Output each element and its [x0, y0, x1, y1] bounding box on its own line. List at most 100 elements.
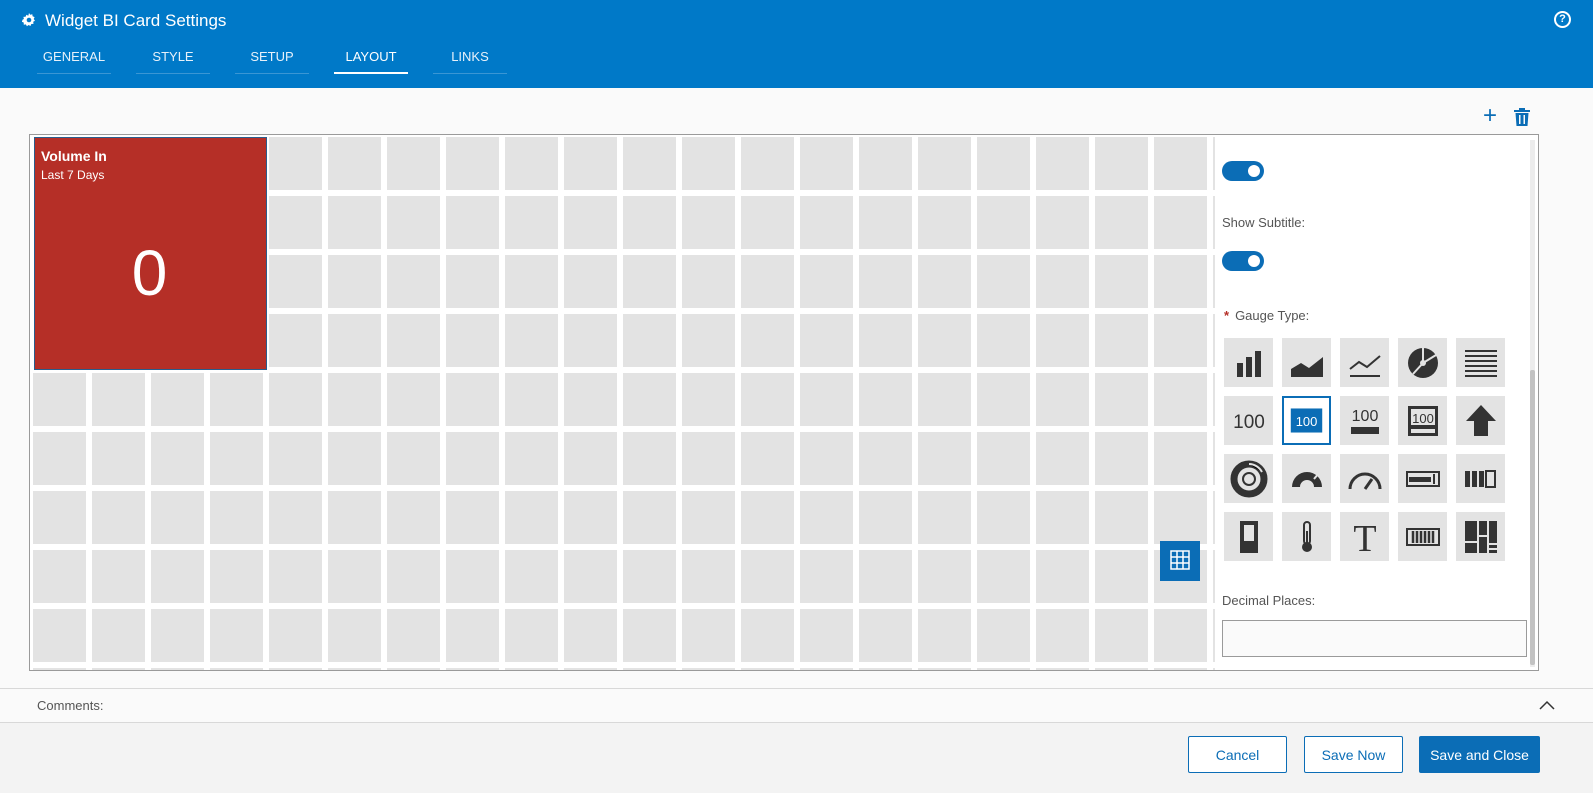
arrow-up-icon[interactable]	[1456, 396, 1505, 445]
grid-cell[interactable]	[918, 491, 971, 544]
grid-cell[interactable]	[505, 255, 558, 308]
grid-cell[interactable]	[1213, 137, 1215, 190]
semi-gauge-icon[interactable]	[1282, 454, 1331, 503]
grid-cell[interactable]	[151, 609, 204, 662]
grid-cell[interactable]	[328, 137, 381, 190]
grid-cell[interactable]	[92, 550, 145, 603]
grid-cell[interactable]	[505, 196, 558, 249]
grid-cell[interactable]	[682, 609, 735, 662]
grid-cell[interactable]	[1213, 373, 1215, 426]
grid-cell[interactable]	[1036, 491, 1089, 544]
grid-cell[interactable]	[859, 255, 912, 308]
grid-cell[interactable]	[918, 196, 971, 249]
grid-cell[interactable]	[446, 550, 499, 603]
grid-cell[interactable]	[977, 550, 1030, 603]
grid-cell[interactable]	[623, 550, 676, 603]
grid-cell[interactable]	[387, 373, 440, 426]
tab-layout[interactable]: LAYOUT	[334, 48, 408, 74]
grid-cell[interactable]	[1213, 314, 1215, 367]
grid-cell[interactable]	[92, 491, 145, 544]
grid-cell[interactable]	[564, 314, 617, 367]
grid-cell[interactable]	[210, 668, 263, 670]
grid-cell[interactable]	[859, 196, 912, 249]
grid-cell[interactable]	[387, 314, 440, 367]
grid-cell[interactable]	[859, 314, 912, 367]
grid-cell[interactable]	[682, 314, 735, 367]
grid-cell[interactable]	[977, 314, 1030, 367]
grid-cell[interactable]	[446, 491, 499, 544]
grid-cell[interactable]	[800, 609, 853, 662]
grid-cell[interactable]	[269, 609, 322, 662]
grid-cell[interactable]	[918, 609, 971, 662]
grid-cell[interactable]	[151, 373, 204, 426]
grid-cell[interactable]	[92, 609, 145, 662]
grid-cell[interactable]	[682, 255, 735, 308]
layout-grid[interactable]: Volume In Last 7 Days 0	[33, 137, 1215, 670]
grid-cell[interactable]	[387, 137, 440, 190]
grid-cell[interactable]	[741, 196, 794, 249]
grid-cell[interactable]	[269, 373, 322, 426]
grid-cell[interactable]	[328, 373, 381, 426]
grid-cell[interactable]	[1095, 491, 1148, 544]
grid-cell[interactable]	[92, 432, 145, 485]
save-now-button[interactable]: Save Now	[1304, 736, 1403, 773]
grid-cell[interactable]	[328, 550, 381, 603]
grid-cell[interactable]	[1154, 432, 1207, 485]
grid-cell[interactable]	[505, 609, 558, 662]
grid-cell[interactable]	[1095, 550, 1148, 603]
grid-cell[interactable]	[210, 609, 263, 662]
grid-cell[interactable]	[446, 432, 499, 485]
grid-cell[interactable]	[800, 255, 853, 308]
battery-icon[interactable]	[1224, 512, 1273, 561]
list-icon[interactable]	[1456, 338, 1505, 387]
grid-cell[interactable]	[269, 491, 322, 544]
grid-cell[interactable]	[800, 137, 853, 190]
grid-cell[interactable]	[859, 668, 912, 670]
grid-cell[interactable]	[210, 373, 263, 426]
grid-cell[interactable]	[918, 432, 971, 485]
grid-cell[interactable]	[977, 432, 1030, 485]
grid-cell[interactable]	[977, 668, 1030, 670]
scrollbar-thumb[interactable]	[1530, 370, 1535, 665]
grid-cell[interactable]	[977, 491, 1030, 544]
grid-cell[interactable]	[328, 314, 381, 367]
text-icon[interactable]: T	[1340, 512, 1389, 561]
barcode-bar-icon[interactable]	[1398, 512, 1447, 561]
tab-general[interactable]: GENERAL	[37, 48, 111, 74]
show-title-toggle[interactable]	[1222, 161, 1264, 181]
grid-cell[interactable]	[1095, 196, 1148, 249]
grid-cell[interactable]	[682, 550, 735, 603]
grid-cell[interactable]	[1095, 609, 1148, 662]
grid-cell[interactable]	[859, 373, 912, 426]
grid-cell[interactable]	[269, 137, 322, 190]
grid-cell[interactable]	[505, 314, 558, 367]
grid-cell[interactable]	[623, 668, 676, 670]
grid-cell[interactable]	[328, 196, 381, 249]
settings-scrollbar[interactable]	[1530, 140, 1535, 667]
chevron-up-icon[interactable]	[1538, 697, 1556, 715]
grid-cell[interactable]	[918, 255, 971, 308]
grid-cell[interactable]	[564, 550, 617, 603]
trash-icon[interactable]	[1514, 108, 1532, 126]
grid-cell[interactable]	[741, 609, 794, 662]
grid-cell[interactable]	[741, 137, 794, 190]
grid-cell[interactable]	[505, 491, 558, 544]
grid-cell[interactable]	[1213, 255, 1215, 308]
grid-cell[interactable]	[446, 255, 499, 308]
grid-cell[interactable]	[564, 491, 617, 544]
grid-cell[interactable]	[800, 491, 853, 544]
grid-cell[interactable]	[682, 668, 735, 670]
comments-bar[interactable]: Comments:	[0, 688, 1593, 723]
grid-cell[interactable]	[741, 491, 794, 544]
pie-chart-icon[interactable]	[1398, 338, 1447, 387]
grid-cell[interactable]	[269, 668, 322, 670]
grid-cell[interactable]	[918, 373, 971, 426]
grid-cell[interactable]	[446, 373, 499, 426]
grid-cell[interactable]	[446, 668, 499, 670]
grid-cell[interactable]	[1095, 137, 1148, 190]
grid-cell[interactable]	[1036, 255, 1089, 308]
grid-cell[interactable]	[1036, 609, 1089, 662]
grid-cell[interactable]	[505, 432, 558, 485]
grid-cell[interactable]	[92, 373, 145, 426]
grid-cell[interactable]	[1154, 255, 1207, 308]
